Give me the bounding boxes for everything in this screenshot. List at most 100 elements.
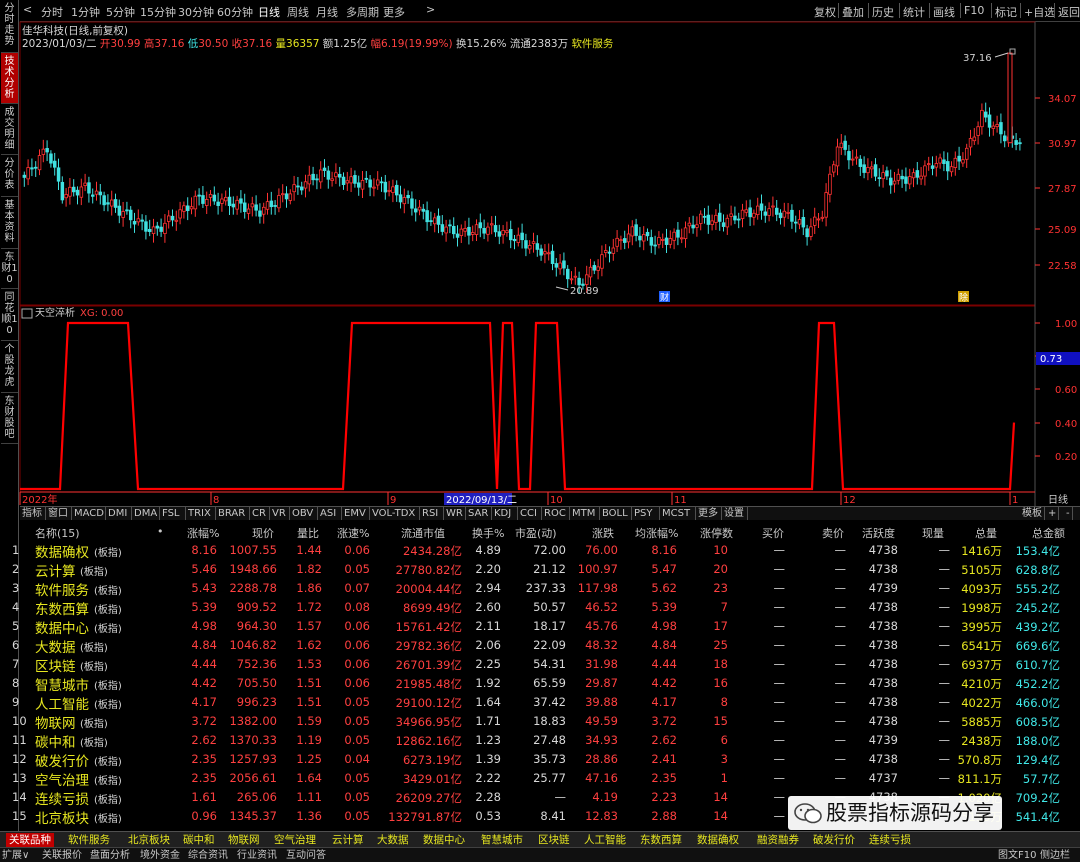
sector-tab-2[interactable]: 软件服务	[68, 833, 110, 847]
indicator-tab-dma[interactable]: DMA	[132, 507, 160, 520]
status-right-item-2[interactable]: 侧边栏	[1040, 849, 1070, 862]
indicator-tab-rsi[interactable]: RSI	[420, 507, 444, 520]
event-marker[interactable]: 除	[959, 292, 968, 304]
table-row[interactable]	[0, 654, 1080, 673]
table-row[interactable]	[0, 768, 1080, 787]
column-header-9[interactable]: 市盈(动)	[515, 525, 557, 541]
column-header-15[interactable]: 活跃度	[862, 525, 895, 541]
chart-area[interactable]: 34.07 30.97 27.87 25.09 22.58 37.16 20.89 财 除天空淬…	[0, 0, 1080, 506]
sector-tab-13[interactable]: 东数西算	[640, 833, 682, 847]
candle-body	[474, 224, 479, 235]
candle-body	[64, 194, 68, 199]
indicator-tab-boll[interactable]: BOLL	[600, 507, 632, 520]
candle-body	[642, 234, 646, 242]
indicator-tab-sar[interactable]: SAR	[466, 507, 492, 520]
sector-tab-8[interactable]: 大数据	[377, 833, 409, 847]
column-header-16[interactable]: 现量	[922, 525, 944, 541]
indicator-tab-macd[interactable]: MACD	[72, 507, 106, 520]
indicator-tab-kdj[interactable]: KDJ	[492, 507, 518, 520]
indicator-tab-cr[interactable]: CR	[250, 507, 270, 520]
status-item-7[interactable]: 互动问答	[286, 849, 326, 862]
sector-tab-4[interactable]: 碳中和	[183, 833, 215, 847]
sector-tab-10[interactable]: 智慧城市	[481, 833, 523, 847]
table-row[interactable]	[0, 692, 1080, 711]
indicator-tab-right-2[interactable]: +	[1046, 507, 1060, 520]
column-header-4[interactable]: 现价	[252, 525, 274, 541]
table-row[interactable]	[0, 578, 1080, 597]
indicator-tab-更多[interactable]: 更多	[696, 507, 722, 520]
table-row[interactable]	[0, 749, 1080, 768]
indicator-tab-dmi[interactable]: DMI	[106, 507, 132, 520]
indicator-tab-指标[interactable]: 指标	[20, 507, 46, 520]
event-marker[interactable]: 财	[660, 292, 669, 304]
indicator-name[interactable]: 天空淬析	[35, 306, 75, 319]
column-header-8[interactable]: 换手%	[472, 525, 504, 541]
indicator-tab-vol-tdx[interactable]: VOL-TDX	[370, 507, 420, 520]
candle-body	[588, 266, 593, 278]
table-row[interactable]	[0, 730, 1080, 749]
status-item-4[interactable]: 境外资金	[140, 849, 180, 862]
column-header-7[interactable]: 流通市值	[401, 525, 445, 541]
table-row[interactable]	[0, 635, 1080, 654]
column-header-13[interactable]: 买价	[762, 525, 784, 541]
table-row[interactable]	[0, 540, 1080, 559]
table-row[interactable]	[0, 597, 1080, 616]
column-header-17[interactable]: 总量	[975, 525, 997, 541]
column-header-1[interactable]: 名称(15)	[35, 525, 80, 541]
column-header-12[interactable]: 涨停数	[700, 525, 733, 541]
column-header-11[interactable]: 均涨幅%	[635, 525, 678, 541]
table-row[interactable]	[0, 673, 1080, 692]
table-row[interactable]	[0, 616, 1080, 635]
indicator-tab-roc[interactable]: ROC	[542, 507, 570, 520]
table-row[interactable]	[0, 711, 1080, 730]
sector-tab-12[interactable]: 人工智能	[584, 833, 626, 847]
candle-body	[144, 221, 148, 232]
candle-body	[786, 211, 790, 214]
indicator-tab-mtm[interactable]: MTM	[570, 507, 600, 520]
status-right-item-1[interactable]: 图文F10	[998, 849, 1036, 862]
indicator-tab-obv[interactable]: OBV	[290, 507, 318, 520]
indicator-tab-cci[interactable]: CCI	[518, 507, 542, 520]
indicator-tab-vr[interactable]: VR	[270, 507, 290, 520]
column-header-14[interactable]: 卖价	[822, 525, 844, 541]
column-header-2[interactable]: •	[157, 525, 164, 538]
column-header-6[interactable]: 涨速%	[337, 525, 369, 541]
sector-tab-7[interactable]: 云计算	[332, 833, 364, 847]
sector-tab-6[interactable]: 空气治理	[274, 833, 316, 847]
indicator-tab-brar[interactable]: BRAR	[216, 507, 250, 520]
candle-body	[288, 193, 293, 201]
candle-body	[649, 237, 654, 246]
indicator-tab-emv[interactable]: EMV	[342, 507, 370, 520]
column-header-3[interactable]: 涨幅%	[187, 525, 219, 541]
sector-tab-5[interactable]: 物联网	[228, 833, 260, 847]
sector-tab-14[interactable]: 数据确权	[697, 833, 739, 847]
indicator-tab-right-1[interactable]: 模板	[1020, 507, 1045, 520]
indicator-tab-wr[interactable]: WR	[444, 507, 466, 520]
indicator-tab-psy[interactable]: PSY	[632, 507, 660, 520]
status-item-5[interactable]: 综合资讯	[188, 849, 228, 862]
status-item-3[interactable]: 盘面分析	[90, 849, 130, 862]
status-item-2[interactable]: 关联报价	[42, 849, 82, 862]
indicator-tab-trix[interactable]: TRIX	[186, 507, 216, 520]
indicator-tab-mcst[interactable]: MCST	[660, 507, 696, 520]
status-item-1[interactable]: 扩展∨	[2, 849, 29, 862]
sector-tab-17[interactable]: 连续亏损	[869, 833, 911, 847]
sector-tab-11[interactable]: 区块链	[538, 833, 570, 847]
table-row[interactable]	[0, 559, 1080, 578]
sector-tab-15[interactable]: 融资融券	[757, 833, 799, 847]
column-header-18[interactable]: 总金额	[1032, 525, 1065, 541]
column-header-5[interactable]: 量比	[297, 525, 319, 541]
indicator-tab-fsl[interactable]: FSL	[160, 507, 186, 520]
indicator-tab-asi[interactable]: ASI	[318, 507, 342, 520]
indicator-tab-right-3[interactable]: -	[1064, 507, 1073, 520]
candle-body	[261, 206, 266, 215]
sector-tab-9[interactable]: 数据中心	[423, 833, 465, 847]
column-header-10[interactable]: 涨跌	[592, 525, 614, 541]
sector-tab-16[interactable]: 破发行价	[813, 833, 855, 847]
sector-tab-1[interactable]: 关联品种	[6, 833, 54, 847]
sector-tab-3[interactable]: 北京板块	[128, 833, 170, 847]
period-label[interactable]: 日线	[1048, 493, 1068, 506]
indicator-tab-窗口[interactable]: 窗口	[46, 507, 72, 520]
indicator-tab-设置[interactable]: 设置	[722, 507, 748, 520]
status-item-6[interactable]: 行业资讯	[237, 849, 277, 862]
